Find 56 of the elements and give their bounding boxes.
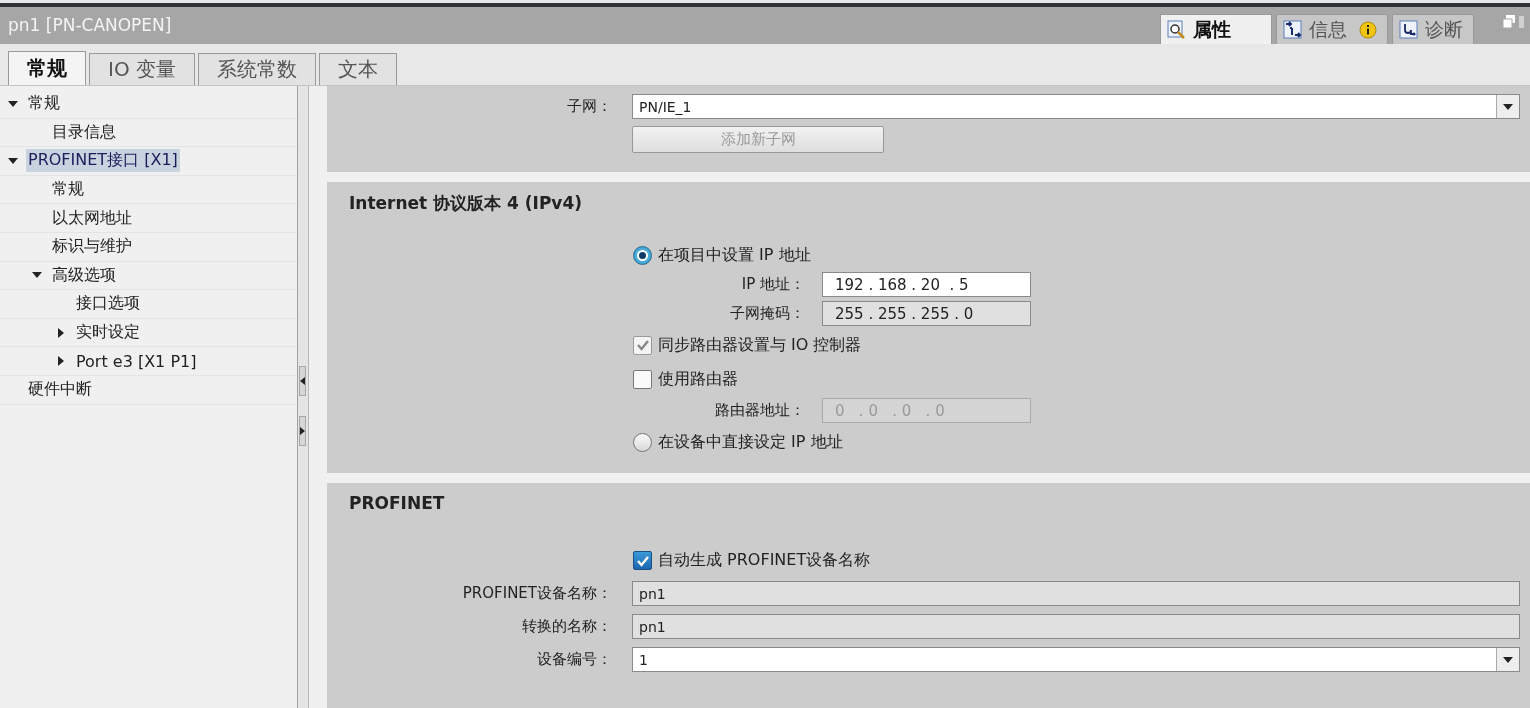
ip-address-field[interactable]: 192 . 168 . 20 . 5 <box>822 272 1031 297</box>
tree-item[interactable]: Port e3 [X1 P1] <box>74 350 199 372</box>
tree-item[interactable]: 实时设定 <box>74 321 142 345</box>
checkbox[interactable] <box>633 551 652 570</box>
ip-address-field[interactable]: 255 . 255 . 255 . 0 <box>822 301 1031 326</box>
section-title: PROFINET <box>348 493 446 515</box>
option-label: 使用路由器 <box>658 368 738 390</box>
tree-item[interactable]: 标识与维护 <box>50 235 134 259</box>
tree-item[interactable]: PROFINET接口 [X1] <box>26 149 180 173</box>
tab[interactable]: 常规 <box>8 51 86 85</box>
field-label: IP 地址： <box>740 275 806 294</box>
subnet-dropdown[interactable]: PN/IE_1 <box>632 94 1520 119</box>
tree-item[interactable]: 常规 <box>50 178 86 202</box>
collapsed-caret-icon[interactable] <box>56 356 66 367</box>
field-label: 路由器地址： <box>714 401 806 420</box>
tab[interactable]: IO 变量 <box>89 53 195 85</box>
expanded-caret-icon[interactable] <box>8 156 18 166</box>
option-label: 自动生成 PROFINET设备名称 <box>658 550 871 571</box>
inspector-tab[interactable]: 属性 <box>1160 14 1272 44</box>
tree-item[interactable]: 以太网地址 <box>50 206 134 230</box>
tab[interactable]: 文本 <box>319 53 397 85</box>
checkbox[interactable] <box>633 369 652 389</box>
left-triangle-icon <box>300 377 305 385</box>
dropdown-field[interactable]: 1 <box>632 647 1520 672</box>
window-title: pn1 [PN-CANOPEN] <box>8 15 172 35</box>
dropdown-arrow-icon <box>1503 656 1513 663</box>
field-label: 子网掩码： <box>729 304 806 323</box>
tree-item[interactable]: 接口选项 <box>74 292 142 316</box>
tree-item[interactable]: 目录信息 <box>50 120 118 144</box>
tree-item[interactable]: 常规 <box>26 92 62 116</box>
collapse-left-button[interactable] <box>299 366 306 396</box>
inspector-tab[interactable]: 诊断 <box>1392 14 1474 44</box>
tab[interactable]: 系统常数 <box>198 53 316 85</box>
option-label: 在设备中直接设定 IP 地址 <box>658 431 843 453</box>
field-label: 子网： <box>566 97 613 116</box>
text-field[interactable]: pn1 <box>632 581 1520 606</box>
option-label: 同步路由器设置与 IO 控制器 <box>658 334 862 356</box>
info-arrows-icon <box>1283 19 1303 40</box>
field-label: PROFINET设备名称： <box>461 584 613 603</box>
right-triangle-icon <box>300 427 305 435</box>
radio-button[interactable] <box>633 432 652 452</box>
text-field[interactable]: pn1 <box>632 614 1520 639</box>
field-label: 设备编号： <box>536 650 613 669</box>
tree-item[interactable]: 硬件中断 <box>26 378 94 402</box>
stethoscope-icon <box>1399 19 1419 40</box>
field-label: 转换的名称： <box>521 617 613 636</box>
tree-item[interactable]: 高级选项 <box>50 263 118 287</box>
section-title: Internet 协议版本 4 (IPv4) <box>348 192 584 215</box>
collapsed-caret-icon[interactable] <box>56 327 66 338</box>
radio-button[interactable] <box>633 245 652 265</box>
magnifier-icon <box>1167 19 1187 40</box>
expand-right-button[interactable] <box>299 416 306 446</box>
expanded-caret-icon[interactable] <box>8 98 18 109</box>
dropdown-arrow-icon <box>1503 103 1513 110</box>
inspector-tab[interactable]: 信息 <box>1276 14 1388 44</box>
option-label: 在项目中设置 IP 地址 <box>658 244 811 266</box>
